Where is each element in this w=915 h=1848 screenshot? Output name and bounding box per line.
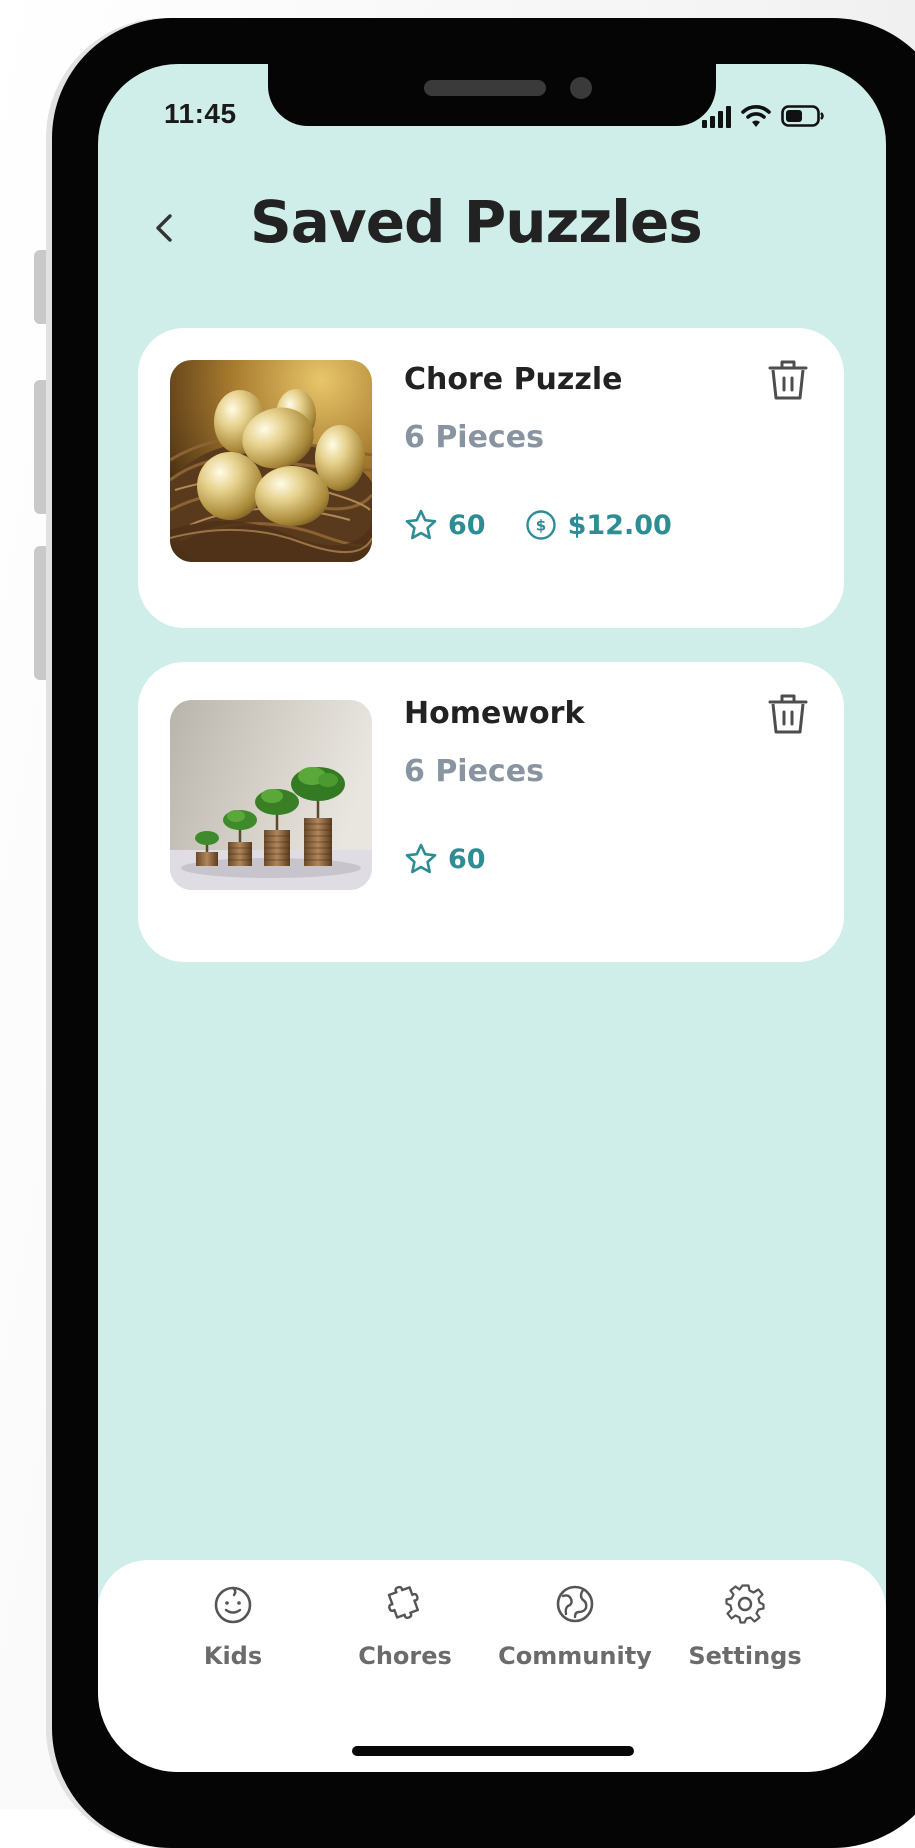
puzzle-title: Chore Puzzle xyxy=(404,362,623,397)
tab-label: Settings xyxy=(688,1642,802,1670)
tab-chores[interactable]: Chores xyxy=(320,1582,490,1670)
star-icon xyxy=(405,843,437,874)
gear-icon xyxy=(725,1584,765,1624)
tab-label: Kids xyxy=(203,1642,263,1670)
puzzle-card[interactable]: Homework 6 Pieces 60 xyxy=(138,662,844,962)
battery-icon xyxy=(781,105,824,127)
tab-label: Chores xyxy=(358,1642,452,1670)
delete-button[interactable] xyxy=(764,690,812,738)
trash-icon xyxy=(768,694,808,734)
svg-text:$: $ xyxy=(535,517,545,535)
status-time: 11:45 xyxy=(164,98,237,129)
speaker xyxy=(424,80,546,96)
notch xyxy=(268,64,716,126)
puzzle-price: $12.00 xyxy=(567,509,672,541)
dollar-coin-icon: $ xyxy=(525,510,556,540)
home-indicator xyxy=(352,1746,634,1756)
puzzle-card[interactable]: Chore Puzzle 6 Pieces 60 $ $12.00 xyxy=(138,328,844,628)
globe-icon xyxy=(556,1585,594,1623)
tab-settings[interactable]: Settings xyxy=(660,1582,830,1670)
tab-community[interactable]: Community xyxy=(490,1582,660,1670)
puzzle-stats: 60 xyxy=(404,842,486,876)
bottom-tab-bar: Kids Chores Community Settings xyxy=(98,1560,886,1772)
puzzle-pieces: 6 Pieces xyxy=(404,420,544,455)
puzzle-thumbnail-coin-trees xyxy=(170,700,372,890)
puzzle-stats: 60 $ $12.00 xyxy=(404,508,672,542)
volume-up-button xyxy=(34,380,48,514)
star-count: 60 xyxy=(448,509,486,541)
tab-label: Community xyxy=(498,1642,652,1670)
tab-kids[interactable]: Kids xyxy=(148,1582,318,1670)
trash-icon xyxy=(768,360,808,400)
front-camera xyxy=(570,77,592,99)
star-icon xyxy=(405,509,437,540)
page-title: Saved Puzzles xyxy=(250,188,703,256)
back-button[interactable] xyxy=(140,198,190,258)
wifi-icon xyxy=(741,105,771,127)
face-icon xyxy=(214,1586,252,1624)
puzzle-thumbnail-golden-eggs xyxy=(170,360,372,562)
volume-down-button xyxy=(34,546,48,680)
status-icons xyxy=(702,104,825,128)
cellular-signal-icon xyxy=(702,106,731,128)
puzzle-title: Homework xyxy=(404,696,585,731)
star-count: 60 xyxy=(448,843,486,875)
mute-switch xyxy=(34,250,48,324)
phone-screen: 11:45 Saved Puzzles Chore Puzzle 6 Piece… xyxy=(98,64,886,1772)
puzzle-icon xyxy=(387,1585,420,1620)
chevron-left-icon xyxy=(156,214,172,242)
puzzle-pieces: 6 Pieces xyxy=(404,754,544,789)
delete-button[interactable] xyxy=(764,356,812,404)
